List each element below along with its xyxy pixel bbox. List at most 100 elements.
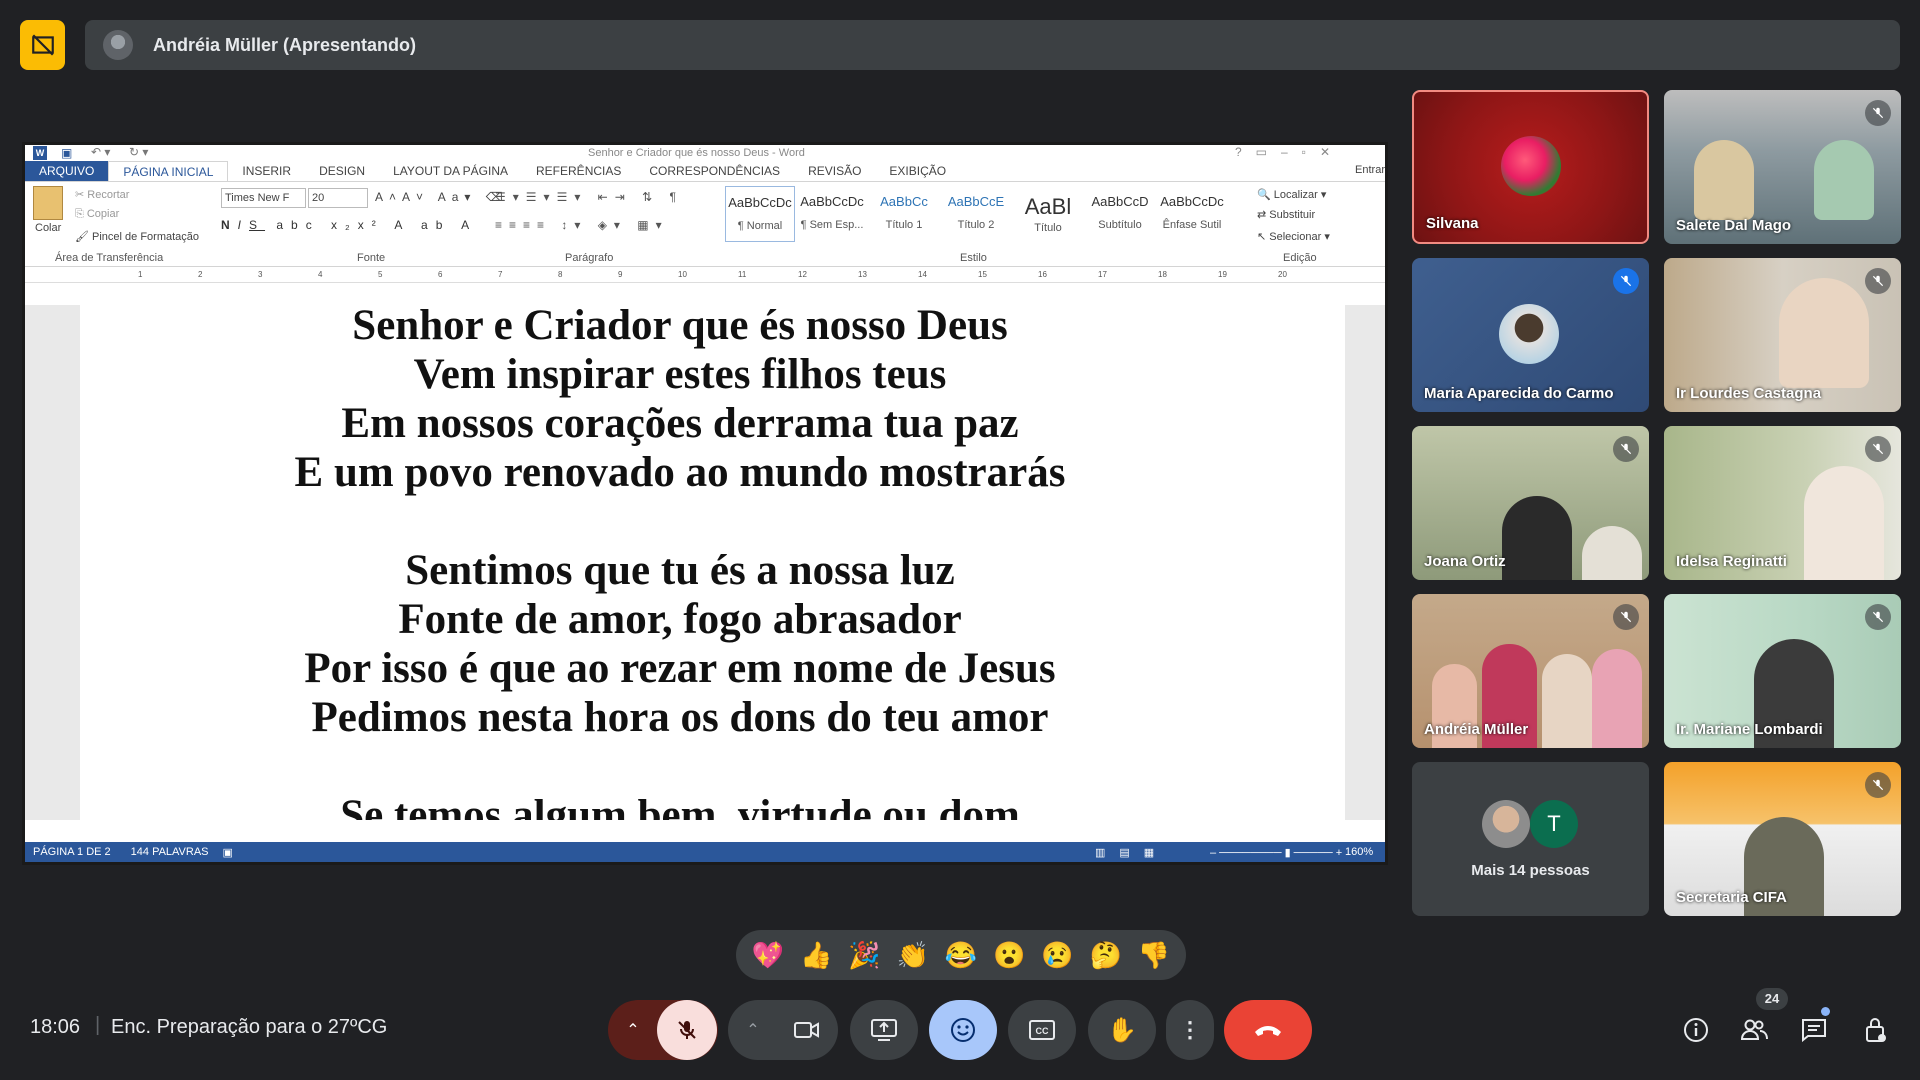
- font-group-label: Fonte: [357, 252, 386, 264]
- find-button[interactable]: 🔍 Localizar ▾: [1257, 188, 1326, 201]
- replace-button[interactable]: ⇄ Substituir: [1257, 208, 1315, 221]
- tab-design[interactable]: DESIGN: [305, 161, 379, 181]
- find-label: Localizar: [1273, 189, 1318, 201]
- paste-icon[interactable]: [33, 186, 63, 220]
- host-controls-button[interactable]: [1856, 1012, 1896, 1048]
- reaction-emoji[interactable]: 👍: [800, 940, 832, 971]
- reaction-emoji[interactable]: 🎉: [848, 940, 880, 971]
- reaction-emoji[interactable]: 😮: [993, 940, 1025, 971]
- more-participants-tile[interactable]: T Mais 14 pessoas: [1412, 762, 1649, 916]
- presentation-off-icon[interactable]: [20, 20, 65, 70]
- align-buttons-icon[interactable]: ≡≡≡≡ ↕▾ ◈▾ ▦▾: [495, 218, 669, 232]
- signin-link[interactable]: Entrar: [1355, 164, 1385, 176]
- window-controls-icon[interactable]: ?▭–▫✕: [1235, 145, 1344, 159]
- more-options-button[interactable]: ⋮: [1166, 1000, 1214, 1060]
- people-button[interactable]: [1734, 1012, 1774, 1048]
- reaction-emoji[interactable]: 👎: [1138, 940, 1170, 971]
- proofing-icon[interactable]: ▣: [223, 846, 233, 859]
- participant-tile-andreia[interactable]: Andréia Müller: [1412, 594, 1649, 748]
- reaction-emoji[interactable]: 😂: [945, 940, 977, 971]
- video-person: [1502, 496, 1572, 580]
- style-option[interactable]: AaBbCcDc ¶ Sem Esp...: [797, 186, 867, 242]
- mic-options-chevron-icon[interactable]: ⌃: [609, 1000, 657, 1060]
- paste-button[interactable]: Colar: [35, 222, 61, 234]
- lyric-line: Pedimos nesta hora os dons do teu amor: [311, 694, 1049, 741]
- document-area[interactable]: Senhor e Criador que és nosso Deus Vem in…: [25, 305, 1385, 820]
- save-icon[interactable]: ▣: [61, 146, 72, 160]
- ruler-number: 18: [1158, 270, 1167, 279]
- format-painter-button[interactable]: 🖌 Pincel de Formatação: [75, 230, 199, 243]
- style-option[interactable]: AaBbCcDc ¶ Normal: [725, 186, 795, 242]
- participant-tile-joana[interactable]: Joana Ortiz: [1412, 426, 1649, 580]
- list-buttons-icon[interactable]: ☰▾☰▾☰▾ ⇤⇥ ⇅ ¶: [495, 190, 683, 204]
- avatar-letter: T: [1530, 800, 1578, 848]
- ruler-number: 6: [438, 270, 443, 279]
- tab-correspondencias[interactable]: CORRESPONDÊNCIAS: [635, 161, 794, 181]
- hang-up-icon: [1255, 1026, 1281, 1036]
- tab-layout[interactable]: LAYOUT DA PÁGINA: [379, 161, 522, 181]
- clipboard-group-label: Área de Transferência: [55, 252, 164, 264]
- participant-tile-idelsa[interactable]: Idelsa Reginatti: [1664, 426, 1901, 580]
- raise-hand-button[interactable]: ✋: [1088, 1000, 1156, 1060]
- camera-icon[interactable]: [777, 1000, 837, 1060]
- copy-button[interactable]: ⎘ Copiar: [75, 208, 119, 221]
- reaction-emoji[interactable]: 💖: [752, 940, 784, 971]
- participant-tile-lourdes[interactable]: Ir Lourdes Castagna: [1664, 258, 1901, 412]
- participant-tile-salete[interactable]: Salete Dal Mago: [1664, 90, 1901, 244]
- tab-exibicao[interactable]: EXIBIÇÃO: [875, 161, 960, 181]
- participant-name: Ir Lourdes Castagna: [1676, 385, 1822, 402]
- participant-name: Silvana: [1426, 215, 1479, 232]
- word-count[interactable]: 144 PALAVRAS: [131, 846, 209, 858]
- font-style-buttons-icon[interactable]: NIS abc x₂x² A ab A: [221, 218, 477, 232]
- captions-button[interactable]: CC: [1008, 1000, 1076, 1060]
- zoom-slider[interactable]: – ──────── ▮ ───── +: [1210, 846, 1342, 859]
- styles-group-label: Estilo: [960, 252, 987, 264]
- redo-icon[interactable]: ↻ ▾: [129, 145, 148, 159]
- cut-button[interactable]: ✂ Recortar: [75, 188, 129, 201]
- page-count[interactable]: PÁGINA 1 DE 2: [33, 846, 111, 858]
- style-option[interactable]: AaBl Título: [1013, 186, 1083, 242]
- participant-tile-silvana[interactable]: Silvana: [1412, 90, 1649, 244]
- copy-label: Copiar: [86, 208, 120, 220]
- muted-mic-icon: [1865, 604, 1891, 630]
- zoom-level[interactable]: 160%: [1345, 846, 1373, 858]
- tab-pagina-inicial[interactable]: PÁGINA INICIAL: [108, 161, 229, 181]
- present-screen-button[interactable]: [850, 1000, 918, 1060]
- tab-arquivo[interactable]: ARQUIVO: [25, 161, 109, 181]
- ribbon: Colar ✂ Recortar ⎘ Copiar 🖌 Pincel de Fo…: [25, 181, 1385, 267]
- lyric-line: [80, 742, 1280, 791]
- style-option[interactable]: AaBbCcDc Ênfase Sutil: [1157, 186, 1227, 242]
- style-option[interactable]: AaBbCcE Título 2: [941, 186, 1011, 242]
- emoji-button[interactable]: [929, 1000, 997, 1060]
- chat-button[interactable]: [1794, 1012, 1834, 1048]
- style-name: ¶ Normal: [737, 220, 783, 232]
- participant-tile-mariane[interactable]: Ir. Mariane Lombardi: [1664, 594, 1901, 748]
- view-buttons-icon[interactable]: ▥▤▦: [1095, 846, 1168, 859]
- reaction-emoji[interactable]: 👏: [897, 940, 929, 971]
- undo-icon[interactable]: ↶ ▾: [91, 145, 110, 159]
- meeting-details-button[interactable]: [1676, 1012, 1716, 1048]
- ruler-number: 19: [1218, 270, 1227, 279]
- camera-options-chevron-icon[interactable]: ⌃: [729, 1000, 777, 1060]
- style-name: ¶ Sem Esp...: [800, 219, 864, 231]
- reaction-emoji[interactable]: 🤔: [1089, 940, 1121, 971]
- select-button[interactable]: ↖ Selecionar ▾: [1257, 230, 1330, 243]
- font-size-buttons-icon[interactable]: A˄A˅ Aa▾ ⌫: [375, 190, 509, 204]
- tab-revisao[interactable]: REVISÃO: [794, 161, 875, 181]
- participant-tile-maria[interactable]: Maria Aparecida do Carmo: [1412, 258, 1649, 412]
- mic-off-icon[interactable]: [657, 1000, 717, 1060]
- avatar: [1482, 800, 1530, 848]
- chat-icon: [1802, 1019, 1826, 1042]
- reaction-emoji[interactable]: 😢: [1041, 940, 1073, 971]
- style-option[interactable]: AaBbCc Título 1: [869, 186, 939, 242]
- document-page[interactable]: Senhor e Criador que és nosso Deus Vem in…: [80, 305, 1345, 820]
- font-size-field[interactable]: 20: [308, 188, 368, 208]
- style-option[interactable]: AaBbCcD Subtítulo: [1085, 186, 1155, 242]
- participant-tile-secretaria[interactable]: Secretaria CIFA: [1664, 762, 1901, 916]
- leave-call-button[interactable]: [1224, 1000, 1312, 1060]
- tab-referencias[interactable]: REFERÊNCIAS: [522, 161, 635, 181]
- font-name-field[interactable]: Times New F: [221, 188, 306, 208]
- tab-inserir[interactable]: INSERIR: [228, 161, 305, 181]
- presenter-name: Andréia Müller (Apresentando): [153, 34, 417, 55]
- ruler-number: 10: [678, 270, 687, 279]
